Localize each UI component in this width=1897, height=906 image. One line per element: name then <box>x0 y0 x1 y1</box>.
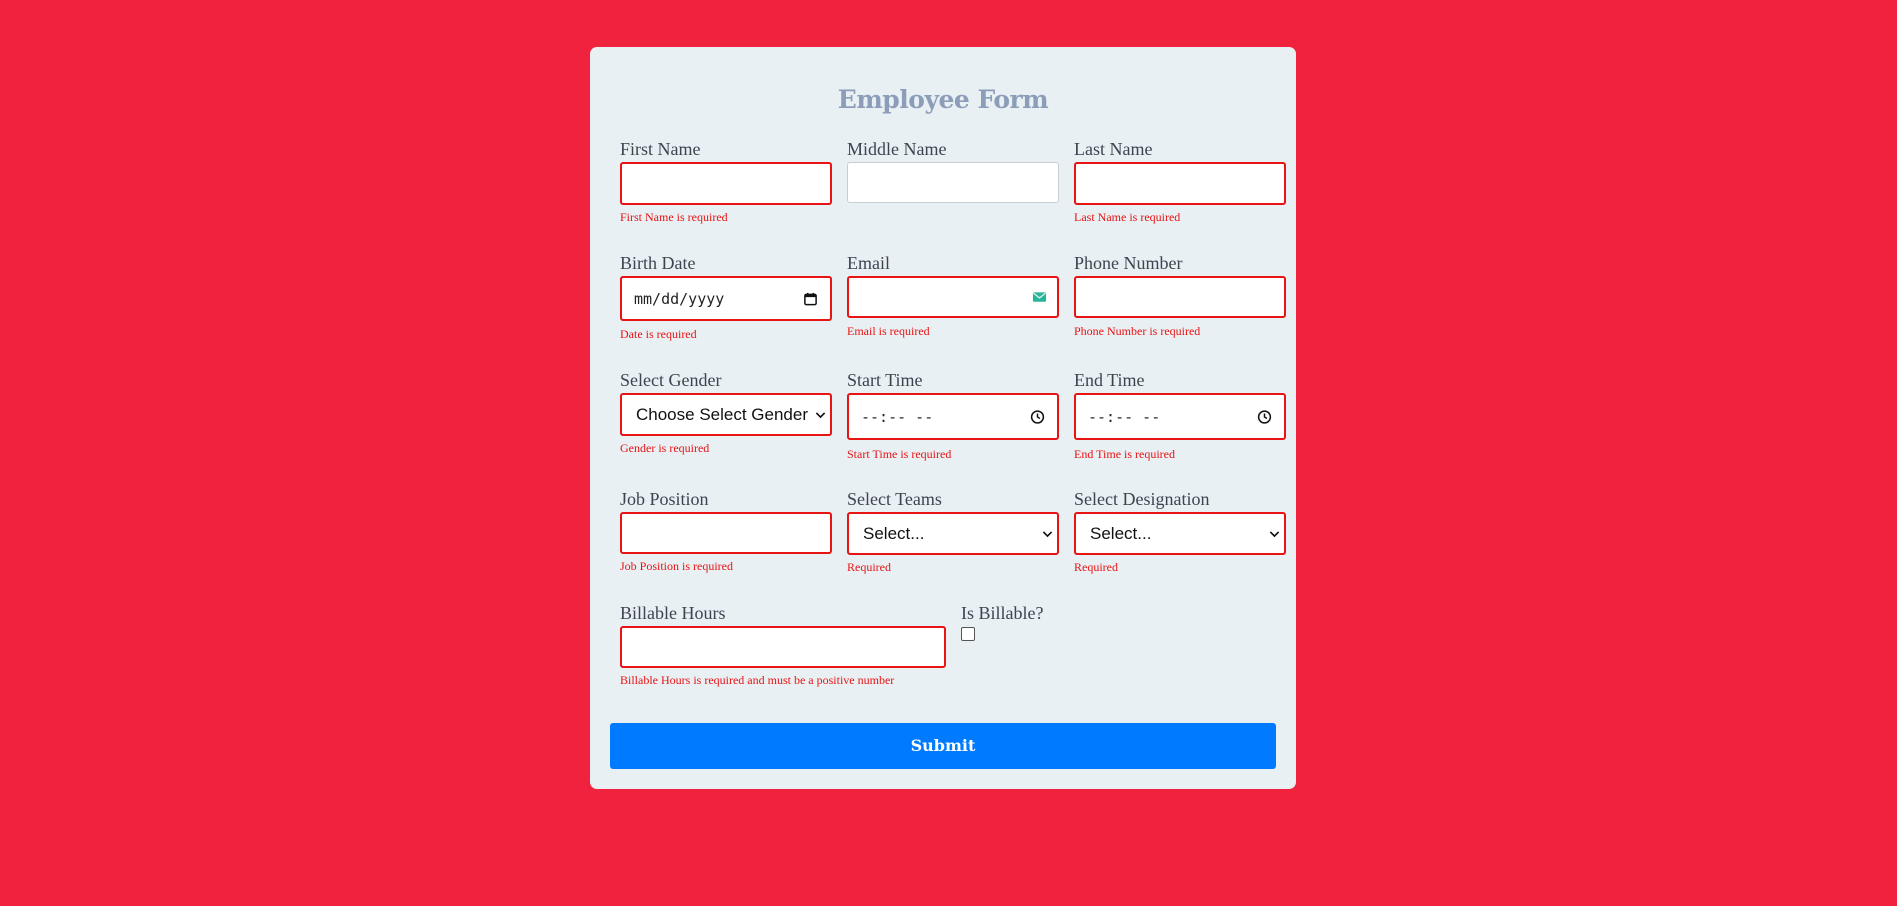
gender-select[interactable]: Choose Select Gender <box>620 393 832 436</box>
designation-error: Required <box>1074 560 1118 574</box>
designation-select[interactable]: Select... <box>1074 512 1286 555</box>
teams-error: Required <box>847 560 891 574</box>
middle-name-input[interactable] <box>847 162 1059 203</box>
last-name-error: Last Name is required <box>1074 210 1181 224</box>
end-time-input[interactable]: --:-- -- <box>1074 393 1286 440</box>
job-position-input[interactable] <box>620 512 832 554</box>
start-time-placeholder: --:-- -- <box>861 407 934 426</box>
birth-date-placeholder: mm/dd/yyyy <box>634 289 725 308</box>
teams-selected-value: Select... <box>863 523 925 543</box>
billable-hours-input[interactable] <box>620 626 946 668</box>
chevron-down-icon <box>1042 530 1053 537</box>
last-name-input[interactable] <box>1074 162 1286 205</box>
birth-date-input[interactable]: mm/dd/yyyy <box>620 276 832 321</box>
email-input[interactable] <box>847 276 1059 318</box>
gender-error: Gender is required <box>620 441 710 455</box>
job-position-error: Job Position is required <box>620 559 733 573</box>
gender-label: Select Gender <box>620 370 722 390</box>
phone-input[interactable] <box>1074 276 1286 318</box>
birth-date-error: Date is required <box>620 327 697 341</box>
envelope-icon <box>1032 292 1047 302</box>
first-name-input[interactable] <box>620 162 832 205</box>
clock-icon[interactable] <box>1257 409 1272 424</box>
end-time-label: End Time <box>1074 370 1145 390</box>
email-error: Email is required <box>847 324 930 338</box>
end-time-error: End Time is required <box>1074 447 1175 461</box>
last-name-label: Last Name <box>1074 139 1153 159</box>
email-label: Email <box>847 253 890 273</box>
end-time-placeholder: --:-- -- <box>1088 407 1161 426</box>
teams-label: Select Teams <box>847 489 942 509</box>
start-time-label: Start Time <box>847 370 923 390</box>
submit-button[interactable]: Submit <box>610 723 1276 769</box>
form-title: Employee Form <box>837 85 1049 114</box>
first-name-label: First Name <box>620 139 701 159</box>
chevron-down-icon <box>1269 530 1280 537</box>
calendar-icon[interactable] <box>803 291 818 306</box>
start-time-error: Start Time is required <box>847 447 952 461</box>
middle-name-label: Middle Name <box>847 139 947 159</box>
designation-label: Select Designation <box>1074 489 1210 509</box>
designation-selected-value: Select... <box>1090 523 1152 543</box>
clock-icon[interactable] <box>1030 409 1045 424</box>
phone-error: Phone Number is required <box>1074 324 1201 338</box>
phone-label: Phone Number <box>1074 253 1183 273</box>
is-billable-label: Is Billable? <box>961 603 1044 623</box>
teams-select[interactable]: Select... <box>847 512 1059 555</box>
employee-form-card: Employee Form First Name First Name is r… <box>590 47 1296 789</box>
birth-date-label: Birth Date <box>620 253 696 273</box>
job-position-label: Job Position <box>620 489 709 509</box>
chevron-down-icon <box>815 411 826 418</box>
is-billable-checkbox[interactable] <box>961 627 975 641</box>
gender-selected-value: Choose Select Gender <box>636 404 808 424</box>
start-time-input[interactable]: --:-- -- <box>847 393 1059 440</box>
billable-hours-error: Billable Hours is required and must be a… <box>620 673 895 687</box>
billable-hours-label: Billable Hours <box>620 603 726 623</box>
first-name-error: First Name is required <box>620 210 728 224</box>
